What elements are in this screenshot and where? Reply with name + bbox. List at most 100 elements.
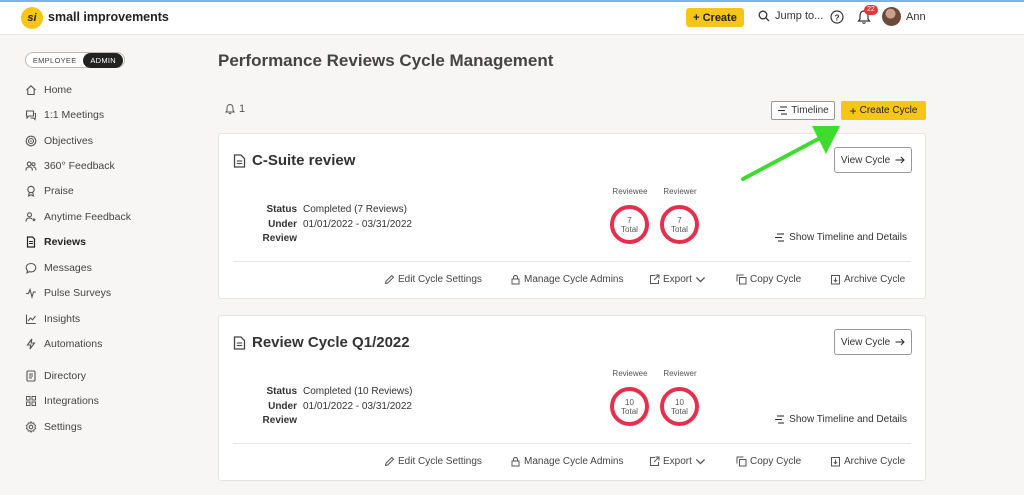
brand-name[interactable]: small improvements [48,10,169,24]
timeline-icon [778,106,788,115]
view-cycle-button[interactable]: View Cycle [834,329,912,355]
sidebar-item-settings[interactable]: Settings [25,419,82,435]
show-timeline-link[interactable]: Show Timeline and Details [774,232,907,243]
cycle-title[interactable]: Review Cycle Q1/2022 [233,334,410,351]
action-label: Copy Cycle [750,456,802,467]
card-divider [233,443,911,444]
export-dropdown[interactable]: Export [649,274,706,285]
sidebar-item-label: Directory [44,370,87,382]
cycle-notification-count[interactable]: 1 [224,103,245,115]
grid-icon [26,396,36,406]
sidebar-item-objectives[interactable]: Objectives [25,133,93,149]
export-dropdown[interactable]: Export [649,456,706,467]
edit-cycle-settings-button[interactable]: Edit Cycle Settings [384,456,482,467]
under-review-value: 01/01/2022 - 03/31/2022 [303,400,412,412]
notification-badge: 22 [864,5,878,15]
reviewee-label: Reviewee [612,369,648,378]
jump-to-label: Jump to... [775,10,824,22]
action-label: Export [663,456,692,467]
timeline-icon [775,415,785,424]
sidebar-item-label: Settings [44,421,82,433]
timeline-icon [775,233,785,242]
create-button-label: Create [702,11,737,24]
action-label: Edit Cycle Settings [398,456,482,467]
sidebar-item-label: Automations [44,338,103,350]
create-cycle-button[interactable]: + Create Cycle [841,101,926,120]
reviewee-count: 10 [625,397,634,407]
avatar[interactable] [882,7,901,26]
sidebar-item-label: Integrations [44,395,99,407]
archive-cycle-button[interactable]: Archive Cycle [830,274,905,285]
help-icon[interactable]: ? [830,10,844,24]
role-employee-option[interactable]: EMPLOYEE [26,56,83,65]
cycle-title-text: C-Suite review [252,152,356,169]
directory-icon [26,370,36,382]
total-label: Total [671,406,688,416]
manage-cycle-admins-button[interactable]: Manage Cycle Admins [510,456,624,467]
logo-icon[interactable]: si [21,7,43,29]
sidebar-item-messages[interactable]: Messages [25,260,92,276]
jump-to-search[interactable]: Jump to... [758,10,823,22]
person-star-icon [25,212,36,222]
archive-icon [831,275,840,285]
sidebar-item-home[interactable]: Home [25,82,72,98]
sidebar-item-insights[interactable]: Insights [25,311,80,327]
message-icon [25,262,37,274]
sidebar-item-reviews[interactable]: Reviews [25,234,86,250]
edit-cycle-settings-button[interactable]: Edit Cycle Settings [384,274,482,285]
sidebar-item-pulse-surveys[interactable]: Pulse Surveys [25,285,111,301]
show-timeline-link[interactable]: Show Timeline and Details [774,414,907,425]
action-label: Copy Cycle [750,274,802,285]
annotation-arrow-icon [741,126,840,181]
chat-icon [25,110,36,121]
archive-cycle-button[interactable]: Archive Cycle [830,456,905,467]
show-timeline-label: Show Timeline and Details [789,232,907,243]
action-label: Archive Cycle [844,456,906,467]
total-label: Total [621,406,638,416]
under-review-value: 01/01/2022 - 03/31/2022 [303,218,412,230]
sidebar-item-meetings[interactable]: 1:1 Meetings [25,107,104,123]
cycle-title[interactable]: C-Suite review [233,152,355,169]
pulse-icon [26,287,36,299]
sidebar-item-label: Insights [44,313,81,325]
sidebar-item-label: Praise [44,185,74,197]
sidebar-item-anytime-feedback[interactable]: Anytime Feedback [25,209,131,225]
copy-cycle-button[interactable]: Copy Cycle [736,274,801,285]
home-icon [26,85,36,96]
manage-cycle-admins-button[interactable]: Manage Cycle Admins [510,274,624,285]
status-label: Status [266,204,297,215]
sidebar-item-automations[interactable]: Automations [25,336,102,352]
total-label: Total [671,224,688,234]
sidebar-item-360-feedback[interactable]: 360° Feedback [25,158,115,174]
export-icon [650,456,660,466]
total-label: Total [621,224,638,234]
action-label: Manage Cycle Admins [524,274,624,285]
sidebar-item-label: Reviews [44,236,87,248]
sidebar-item-praise[interactable]: Praise [25,183,74,199]
sidebar-item-label: Pulse Surveys [44,287,112,299]
copy-cycle-button[interactable]: Copy Cycle [736,456,801,467]
show-timeline-label: Show Timeline and Details [789,414,907,425]
status-label: Status [266,386,297,397]
bell-outline-icon [224,104,236,115]
reviewee-count: 7 [627,215,632,225]
reviewee-total-ring: 7 Total [610,205,649,244]
chart-icon [25,314,36,325]
action-label: Archive Cycle [844,274,906,285]
search-icon [758,10,770,22]
reviewee-total-ring: 10 Total [610,387,649,426]
under-review-label: Under Review [262,400,297,427]
view-cycle-label: View Cycle [840,336,891,348]
sidebar-item-integrations[interactable]: Integrations [25,393,99,409]
create-button[interactable]: + Create [686,8,744,27]
sidebar-item-label: Home [44,84,73,96]
document-icon [233,335,246,350]
user-name[interactable]: Ann [906,11,926,23]
cycle-card: Review Cycle Q1/2022 View Cycle Status U… [218,315,926,481]
status-value: Completed (7 Reviews) [303,204,407,215]
sidebar-item-directory[interactable]: Directory [25,368,86,384]
role-toggle[interactable]: EMPLOYEE ADMIN [25,52,125,68]
role-admin-option[interactable]: ADMIN [83,52,123,68]
copy-icon [736,456,747,467]
reviewer-label: Reviewer [663,187,697,196]
